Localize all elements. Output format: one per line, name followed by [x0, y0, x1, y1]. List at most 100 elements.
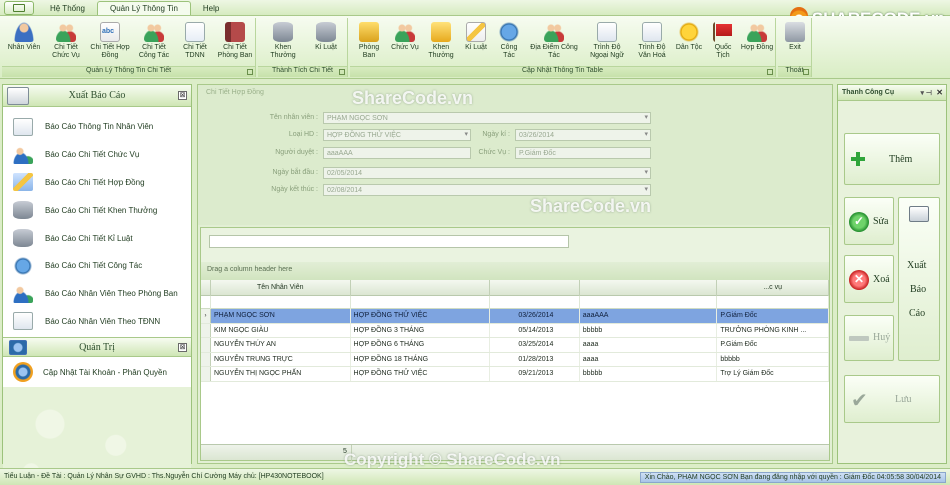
chuc-vu-button[interactable]: Chức Vụ — [388, 18, 422, 65]
collapse-icon[interactable]: ⊠ — [178, 91, 187, 100]
auto-filter-row[interactable] — [201, 296, 829, 309]
chi-tiet-cong-tac-button[interactable]: Chi Tiết Công Tác — [134, 18, 174, 65]
application-menu-button[interactable] — [4, 1, 34, 15]
cong-tac-button[interactable]: Công Tác — [494, 18, 524, 65]
collapse-icon[interactable]: ⊠ — [178, 343, 187, 352]
table-row[interactable]: KIM NGỌC GIÀU HỢP ĐỒNG 3 THÁNG 05/14/201… — [201, 323, 829, 338]
column-ngay-ki[interactable] — [490, 280, 580, 296]
status-bar: Tiểu Luận - Đề Tài : Quản Lý Nhân Sự GVH… — [0, 468, 950, 485]
group-by-bar[interactable]: Drag a column header here — [201, 262, 829, 280]
dialog-launcher-icon[interactable] — [803, 69, 809, 75]
hop-dong-button[interactable]: Hợp Đồng — [740, 18, 774, 65]
people-icon — [747, 22, 767, 42]
trinh-do-ngoai-ngu-button[interactable]: Trình Độ Ngoại Ngữ — [584, 18, 630, 65]
tab-help[interactable]: Help — [191, 1, 231, 15]
plus-icon — [851, 152, 865, 166]
column-nguoi-duyet[interactable] — [580, 280, 718, 296]
report-item-hop-dong[interactable]: Báo Cáo Chi Tiết Hợp Đồng — [3, 169, 191, 197]
dan-toc-button[interactable]: Dân Tộc — [672, 18, 706, 65]
pencil-icon — [466, 22, 486, 42]
report-item-tdnn[interactable]: Báo Cáo Nhân Viên Theo TĐNN — [3, 308, 191, 336]
add-button[interactable]: Thêm — [844, 133, 940, 185]
delete-button[interactable]: Xoá — [844, 255, 894, 303]
report-panel-icon — [7, 87, 29, 105]
group-thanh-tich-chi-tiet: Khen Thưởng Kỉ Luật Thành Tích Chi Tiết — [258, 18, 348, 77]
report-item-chuc-vu[interactable]: Báo Cáo Chi Tiết Chức Vụ — [3, 141, 191, 169]
people-icon — [13, 284, 33, 303]
ki-luat-button[interactable]: Kỉ Luật — [460, 18, 492, 65]
close-icon[interactable]: ✕ — [936, 88, 943, 97]
database-icon — [13, 229, 33, 248]
table-row[interactable]: NGUYỄN TRUNG TRỰC HỢP ĐỒNG 18 THÁNG 01/2… — [201, 352, 829, 367]
edit-button[interactable]: Sửa — [844, 197, 894, 245]
report-list: Báo Cáo Thông Tin Nhân Viên Báo Cáo Chi … — [3, 107, 191, 337]
watermark-text: ShareCode.vn — [352, 88, 474, 108]
employee-select[interactable]: PHẠM NGỌC SƠN — [323, 112, 651, 124]
table-row[interactable]: NGUYỄN THÚY AN HỢP ĐỒNG 6 THÁNG 03/25/20… — [201, 338, 829, 353]
approver-field[interactable]: aaaAAA — [323, 147, 471, 159]
table-row[interactable]: NGUYỄN THỊ NGỌC PHẤN HỢP ĐỒNG THỬ VIỆC 0… — [201, 367, 829, 382]
flag-icon — [713, 22, 733, 42]
abc-icon — [100, 22, 120, 42]
group-label: Quản Lý Thông Tin Chi Tiết — [2, 66, 255, 77]
contract-type-select[interactable]: HỢP ĐỒNG THỬ VIỆC — [323, 129, 471, 141]
watermark-text: ShareCode.vn — [530, 196, 652, 216]
export-report-button[interactable]: Xuất Báo Cáo — [898, 197, 940, 361]
column-chuc-vu[interactable]: ...c vụ — [717, 280, 829, 296]
chi-tiet-tdnn-button[interactable]: Chi Tiết TDNN — [176, 18, 214, 65]
khen-thuong-detail-button[interactable]: Khen Thưởng — [262, 18, 304, 65]
filter-icon — [201, 296, 211, 309]
note-icon — [597, 22, 617, 42]
status-project-info: Tiểu Luận - Đề Tài : Quản Lý Nhân Sự GVH… — [4, 473, 324, 480]
dialog-launcher-icon[interactable] — [247, 69, 253, 75]
chi-tiet-hop-dong-button[interactable]: Chi Tiết Hợp Đồng — [88, 18, 132, 65]
quoc-tich-button[interactable]: Quốc Tịch — [708, 18, 738, 65]
group-label: Thoát — [778, 66, 811, 77]
tab-he-thong[interactable]: Hệ Thống — [38, 1, 97, 15]
table-row[interactable]: › PHẠM NGỌC SƠN HỢP ĐỒNG THỬ VIỆC 03/26/… — [201, 309, 829, 324]
phong-ban-button[interactable]: Phòng Ban — [352, 18, 386, 65]
column-loai-hop-dong[interactable] — [351, 280, 491, 296]
khen-thuong-button[interactable]: Khen Thưởng — [424, 18, 458, 65]
database-icon — [316, 22, 336, 42]
start-date-label: Ngày bắt đầu : — [272, 169, 318, 176]
globe-icon — [499, 22, 519, 42]
column-ten-nhan-vien[interactable]: Tên Nhân Viên — [211, 280, 351, 296]
checkmark-icon: ✔ — [851, 390, 868, 412]
end-date-picker[interactable]: 02/08/2014 — [323, 184, 651, 196]
tab-quan-ly-thong-tin[interactable]: Quản Lý Thông Tin — [97, 1, 191, 15]
report-item-ki-luat[interactable]: Báo Cáo Chi Tiết Kỉ Luật — [3, 224, 191, 252]
cancel-button[interactable]: Huỷ — [844, 315, 894, 361]
admin-icon — [9, 340, 27, 355]
pin-icon[interactable]: ▾ ⊣ — [920, 89, 932, 97]
chi-tiet-chuc-vu-button[interactable]: Chi Tiết Chức Vụ — [46, 18, 86, 65]
sign-date-picker[interactable]: 03/26/2014 — [515, 129, 651, 141]
doc-icon — [185, 22, 205, 42]
report-item-phong-ban[interactable]: Báo Cáo Nhân Viên Theo Phòng Ban — [3, 280, 191, 308]
dia-diem-cong-tac-button[interactable]: Địa Điểm Công Tác — [526, 18, 582, 65]
ki-luat-detail-button[interactable]: Kỉ Luật — [306, 18, 346, 65]
grid-search-input[interactable] — [209, 235, 569, 248]
save-button[interactable]: ✔ Lưu — [844, 375, 940, 423]
dialog-launcher-icon[interactable] — [767, 69, 773, 75]
nhan-vien-button[interactable]: Nhân Viên — [4, 18, 44, 65]
star-icon — [679, 22, 699, 42]
report-item-thong-tin-nhan-vien[interactable]: Báo Cáo Thông Tin Nhân Viên — [3, 113, 191, 141]
group-label: Thành Tích Chi Tiết — [258, 66, 347, 77]
status-user-info: Xin Chào, PHẠM NGỌC SƠN Bạn đang đăng nh… — [639, 472, 946, 483]
start-date-picker[interactable]: 02/05/2014 — [323, 167, 651, 179]
dialog-launcher-icon[interactable] — [339, 69, 345, 75]
chi-tiet-phong-ban-button[interactable]: Chi Tiết Phòng Ban — [214, 18, 256, 65]
report-item-khen-thuong[interactable]: Báo Cáo Chi Tiết Khen Thưởng — [3, 196, 191, 224]
database-icon — [13, 201, 33, 220]
people-icon — [544, 22, 564, 42]
position-field[interactable]: P.Giám Đốc — [515, 147, 651, 159]
admin-item-cap-nhat-tai-khoan[interactable]: Cập Nhật Tài Khoản - Phân Quyền — [3, 357, 191, 387]
exit-button[interactable]: Exit — [780, 18, 810, 65]
report-item-cong-tac[interactable]: Báo Cáo Chi Tiết Công Tác — [3, 252, 191, 280]
grid-find-panel — [201, 228, 829, 262]
sign-date-label: Ngày kí : — [482, 131, 510, 138]
check-icon — [849, 212, 869, 232]
window-icon — [13, 4, 25, 12]
trinh-do-van-hoa-button[interactable]: Trình Độ Văn Hoá — [632, 18, 672, 65]
